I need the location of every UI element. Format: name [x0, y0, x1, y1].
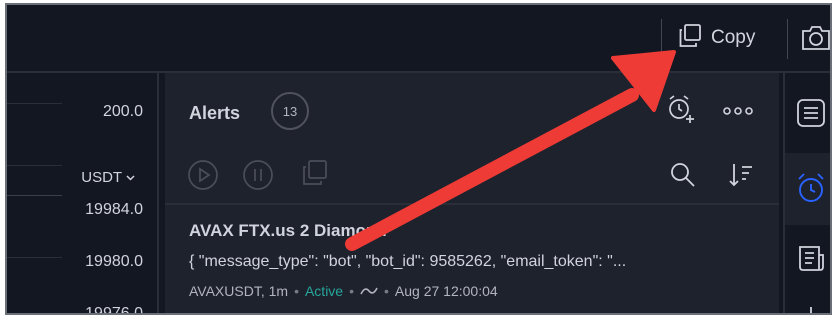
scale-gridline: [7, 195, 62, 196]
price-scale[interactable]: 200.0 USDT 19984.0 19980.0 19976.0: [7, 73, 159, 315]
alert-status: Active: [304, 283, 344, 299]
search-icon[interactable]: [669, 161, 697, 194]
scale-gridline: [7, 103, 62, 104]
toolbar-divider: [787, 19, 788, 59]
scale-gridline: [7, 165, 62, 166]
copy-icon: [677, 23, 703, 54]
copy-label: Copy: [711, 27, 756, 48]
camera-icon: [800, 26, 830, 56]
right-sidebar: [783, 73, 830, 313]
add-alarm-icon[interactable]: [665, 93, 697, 130]
price-tick: 19980.0: [85, 253, 143, 270]
alert-name: AVAX FTX.us 2 Diamond: [189, 221, 387, 240]
price-tick: 19976.0: [85, 305, 143, 315]
price-tick: 19984.0: [85, 201, 143, 218]
alert-symbol: AVAXUSDT, 1m: [189, 283, 289, 299]
alert-meta: AVAXUSDT, 1m • Active • • Aug 27 12:00:04: [189, 283, 498, 299]
alert-time: Aug 27 12:00:04: [394, 283, 498, 299]
play-icon[interactable]: [187, 159, 219, 196]
copy-icon[interactable]: [301, 159, 329, 192]
panel-title: Alerts: [189, 103, 241, 123]
copy-button[interactable]: Copy: [677, 23, 755, 53]
alert-list-item[interactable]: AVAX FTX.us 2 Diamond { "message_type": …: [165, 203, 779, 313]
price-tick: 200.0: [102, 103, 143, 120]
top-toolbar: Copy: [7, 5, 830, 73]
alerts-count-badge: 13: [271, 92, 309, 130]
app-window: Copy 200.0 USDT 19984.0 19980.0 19976.0: [5, 3, 832, 315]
pause-icon[interactable]: [242, 159, 274, 196]
chevron-down-icon: [126, 169, 135, 186]
alert-message: { "message_type": "bot", "bot_id": 95852…: [189, 253, 627, 270]
snapshot-button[interactable]: [800, 24, 830, 57]
currency-label: USDT: [81, 169, 122, 186]
sort-icon[interactable]: [727, 161, 755, 194]
news-icon[interactable]: [795, 243, 827, 280]
toolbar-divider: [661, 19, 662, 59]
plus-icon[interactable]: [799, 303, 823, 313]
more-icon[interactable]: [723, 103, 753, 121]
alerts-panel: Alerts 13 AVAX FTX.us 2 Diamond {"messa…: [165, 73, 779, 313]
wave-icon: [360, 283, 378, 299]
scale-gridline: [7, 257, 62, 258]
watchlist-icon[interactable]: [795, 97, 827, 134]
alarm-clock-icon[interactable]: [795, 171, 827, 210]
currency-selector[interactable]: USDT: [81, 169, 135, 186]
